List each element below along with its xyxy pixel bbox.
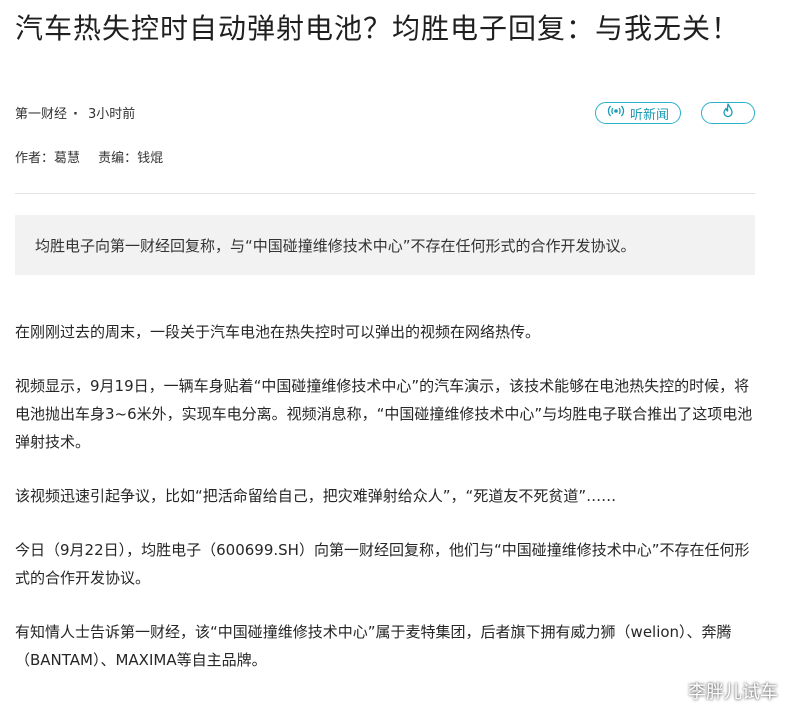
publish-time: 3小时前 <box>87 107 136 122</box>
listen-news-button[interactable]: 听新闻 <box>595 102 681 124</box>
hot-button[interactable] <box>701 102 755 124</box>
weibo-logo-icon <box>662 680 684 703</box>
listen-news-label: 听新闻 <box>629 107 669 123</box>
paragraph: 视频显示，9月19日，一辆车身贴着“中国碰撞维修技术中心”的汽车演示，该技术能够… <box>15 377 753 451</box>
article-meta: 第一财经 · 3小时前 听新闻 <box>15 102 755 128</box>
article: 汽车热失控时自动弹射电池？均胜电子回复：与我无关！ 第一财经 · 3小时前 听新闻 <box>15 0 755 669</box>
paragraph: 今日（9月22日），均胜电子（600699.SH）向第一财经回复称，他们与“中国… <box>15 541 750 587</box>
flame-icon <box>721 103 735 123</box>
paragraph: 该视频迅速引起争议，比如“把活命留给自己，把灾难弹射给众人”，“死道友不死贫道”… <box>15 487 617 505</box>
watermark-text: 李胖儿试车 <box>688 682 778 703</box>
article-body: 在刚刚过去的周末，一段关于汽车电池在热失控时可以弹出的视频在网络热传。 视频显示… <box>15 318 755 700</box>
paragraph: 在刚刚过去的周末，一段关于汽车电池在热失控时可以弹出的视频在网络热传。 <box>15 323 541 341</box>
author-name: 作者：葛慧 <box>15 151 81 166</box>
meta-actions: 听新闻 <box>595 102 755 124</box>
editor-name: 责编：钱焜 <box>98 151 164 166</box>
author-line: 作者：葛慧 责编：钱焜 <box>15 150 163 168</box>
meta-info: 第一财经 · 3小时前 <box>15 106 135 124</box>
watermark: 李胖儿试车 <box>662 678 778 704</box>
article-summary: 均胜电子向第一财经回复称，与“中国碰撞维修技术中心”不存在任何形式的合作开发协议… <box>15 215 755 275</box>
source-name[interactable]: 第一财经 <box>15 107 67 122</box>
divider <box>15 193 755 194</box>
separator-dot: · <box>73 107 78 122</box>
radio-wave-icon <box>607 104 625 122</box>
article-title: 汽车热失控时自动弹射电池？均胜电子回复：与我无关！ <box>15 12 741 45</box>
paragraph: 有知情人士告诉第一财经，该“中国碰撞维修技术中心”属于麦特集团，后者旗下拥有威力… <box>15 623 732 669</box>
